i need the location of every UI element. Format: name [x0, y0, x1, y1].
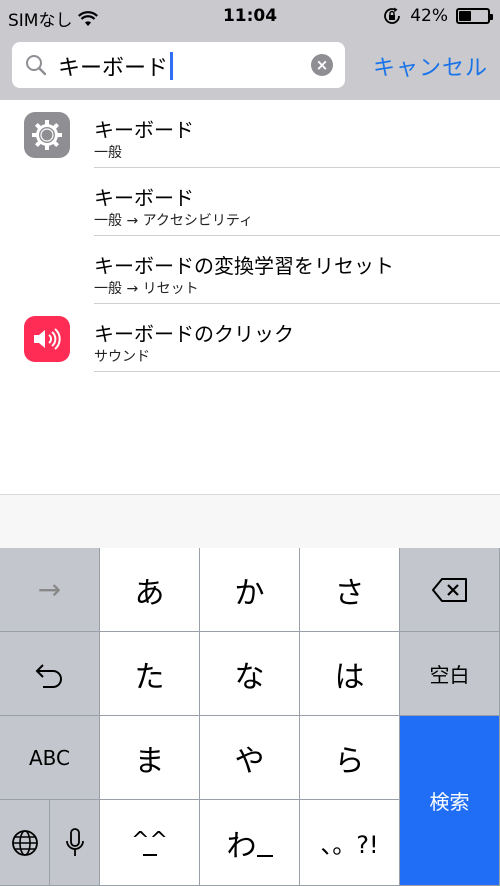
key-ka[interactable]: か	[200, 548, 300, 632]
gear-icon	[32, 120, 62, 150]
speaker-icon	[24, 316, 70, 362]
result-title: キーボード	[94, 186, 194, 210]
key-ha[interactable]: は	[300, 632, 400, 716]
result-row[interactable]: キーボードの変換学習をリセット 一般 → リセット	[0, 236, 500, 304]
wa-underline	[256, 854, 273, 857]
key-ra[interactable]: ら	[300, 716, 400, 800]
abc-key[interactable]: ABC	[0, 716, 100, 800]
result-title: キーボードのクリック	[94, 322, 294, 346]
delete-key[interactable]	[400, 548, 500, 632]
result-subtitle: 一般 → リセット	[94, 281, 199, 297]
search-row: キーボード × キャンセル	[0, 42, 500, 88]
status-right: 42%	[382, 6, 493, 26]
cancel-button[interactable]: キャンセル	[373, 50, 488, 82]
text-cursor	[170, 52, 174, 80]
result-title: キーボード	[94, 118, 194, 142]
rotation-lock-icon	[384, 7, 401, 24]
backspace-icon	[431, 577, 467, 602]
result-subtitle: サウンド	[94, 349, 150, 365]
undo-icon	[35, 663, 62, 688]
search-key[interactable]: 検索	[400, 716, 500, 886]
globe-icon	[11, 829, 38, 856]
result-title: キーボードの変換学習をリセット	[94, 254, 394, 278]
search-input[interactable]: キーボード ×	[12, 42, 345, 88]
status-bar: SIMなし 11:04 42%	[0, 0, 500, 36]
battery-percent: 42%	[410, 6, 448, 26]
battery-icon	[456, 8, 493, 24]
space-key[interactable]: 空白	[400, 632, 500, 716]
battery-fill	[459, 11, 471, 21]
punctuation-key[interactable]: 、。?!	[300, 800, 400, 886]
next-candidate-key[interactable]: →	[0, 548, 100, 632]
result-subtitle: 一般	[94, 145, 122, 161]
key-na[interactable]: な	[200, 632, 300, 716]
undo-key[interactable]	[0, 632, 100, 716]
search-query-text: キーボード	[58, 56, 169, 81]
settings-gear-icon	[24, 112, 70, 158]
result-row[interactable]: キーボードのクリック サウンド	[0, 304, 500, 372]
globe-key[interactable]	[0, 800, 50, 886]
clear-search-button[interactable]: ×	[311, 54, 333, 76]
search-icon	[26, 55, 47, 76]
dictation-key[interactable]	[50, 800, 100, 886]
key-ta[interactable]: た	[100, 632, 200, 716]
key-a[interactable]: あ	[100, 548, 200, 632]
key-ma[interactable]: ま	[100, 716, 200, 800]
emoticon-key[interactable]: ^^	[100, 800, 200, 886]
search-results-list: キーボード 一般 キーボード 一般 → アクセシビリティ キーボードの変換学習を…	[0, 100, 500, 372]
search-header: SIMなし 11:04 42% キーボード × キャンセル	[0, 0, 500, 100]
key-wa-label: わ	[226, 828, 257, 864]
emoticon-underline	[142, 853, 157, 856]
search-query: キーボード	[58, 50, 174, 82]
result-row[interactable]: キーボード 一般	[0, 100, 500, 168]
keyboard-accessory-band	[0, 494, 500, 548]
emoticon-label: ^^	[131, 827, 168, 853]
arrow-right-icon: →	[37, 573, 62, 606]
key-sa[interactable]: さ	[300, 548, 400, 632]
microphone-icon	[65, 827, 84, 856]
row-divider	[94, 371, 500, 372]
result-row[interactable]: キーボード 一般 → アクセシビリティ	[0, 168, 500, 236]
key-ya[interactable]: や	[200, 716, 300, 800]
clear-icon: ×	[315, 56, 329, 74]
key-wa[interactable]: わ	[200, 800, 300, 886]
kana-keyboard: → あ か さ た な は 空白 ABC ま や ら 検索 ^^ わ 、。?!	[0, 548, 500, 886]
sound-icon	[34, 328, 61, 350]
result-subtitle: 一般 → アクセシビリティ	[94, 213, 254, 229]
